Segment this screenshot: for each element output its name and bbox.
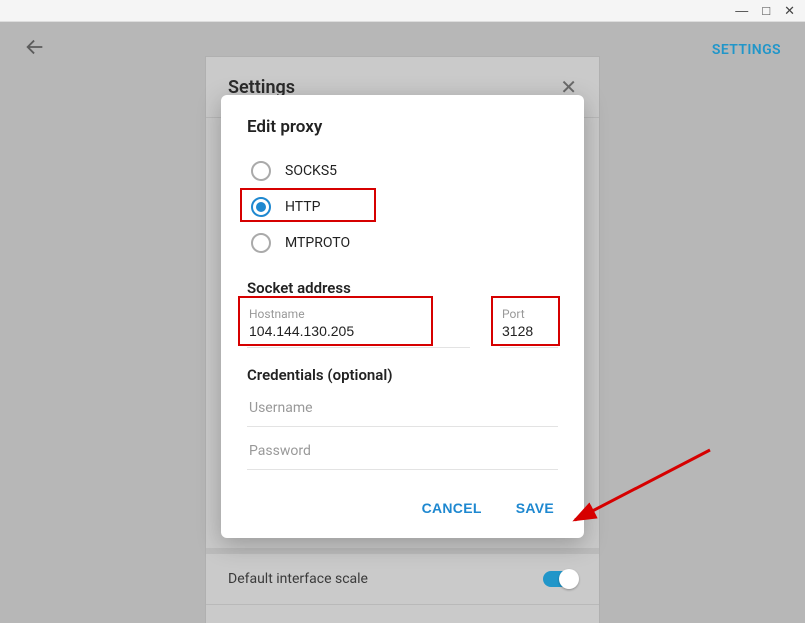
radio-icon (251, 197, 271, 217)
maximize-icon[interactable]: □ (762, 4, 770, 17)
socket-address-label: Socket address (247, 279, 558, 297)
toggle-switch[interactable] (543, 571, 577, 587)
radio-http[interactable]: HTTP (247, 189, 558, 225)
password-input[interactable]: Password (247, 433, 558, 470)
save-button[interactable]: SAVE (512, 494, 558, 522)
socket-fields: Hostname Port (247, 303, 558, 348)
radio-label: SOCKS5 (285, 163, 337, 179)
credentials-label: Credentials (optional) (247, 366, 558, 384)
port-field-wrap: Port (500, 303, 558, 348)
radio-icon (251, 161, 271, 181)
radio-icon (251, 233, 271, 253)
username-input[interactable]: Username (247, 390, 558, 427)
cancel-button[interactable]: CANCEL (418, 494, 486, 522)
hostname-label: Hostname (249, 307, 468, 321)
window-titlebar: — □ ✕ (0, 0, 805, 22)
modal-title: Edit proxy (247, 117, 558, 137)
minimize-icon[interactable]: — (735, 4, 748, 17)
hostname-input[interactable] (249, 321, 468, 341)
hostname-field-wrap: Hostname (247, 303, 470, 348)
port-input[interactable] (502, 321, 556, 341)
close-icon[interactable]: ✕ (784, 4, 795, 17)
interface-scale-label: Default interface scale (228, 571, 368, 587)
settings-link[interactable]: SETTINGS (712, 42, 781, 58)
radio-label: MTPROTO (285, 235, 350, 251)
radio-label: HTTP (285, 199, 320, 215)
interface-scale-row[interactable]: Default interface scale (206, 548, 599, 605)
radio-socks5[interactable]: SOCKS5 (247, 153, 558, 189)
back-arrow-icon[interactable] (24, 36, 46, 64)
edit-proxy-modal: Edit proxy SOCKS5 HTTP MTPROTO Socket ad… (221, 95, 584, 538)
radio-mtproto[interactable]: MTPROTO (247, 225, 558, 261)
port-label: Port (502, 307, 556, 321)
modal-actions: CANCEL SAVE (247, 494, 558, 522)
